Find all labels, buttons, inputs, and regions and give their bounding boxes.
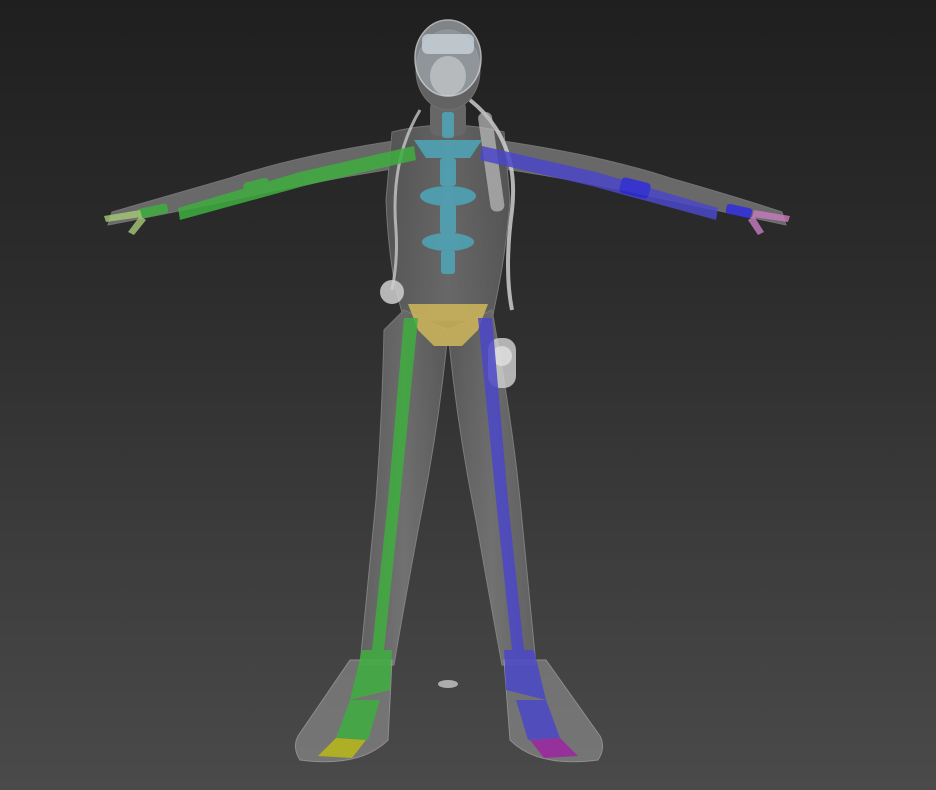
left-arm-bones[interactable]	[137, 146, 416, 220]
pivot-marker[interactable]	[438, 680, 458, 688]
3d-viewport[interactable]	[0, 0, 936, 790]
pressure-gauge[interactable]	[380, 280, 404, 304]
right-arm-bones[interactable]	[480, 146, 753, 220]
diving-mask[interactable]	[414, 19, 482, 97]
scene-canvas[interactable]	[0, 0, 936, 790]
